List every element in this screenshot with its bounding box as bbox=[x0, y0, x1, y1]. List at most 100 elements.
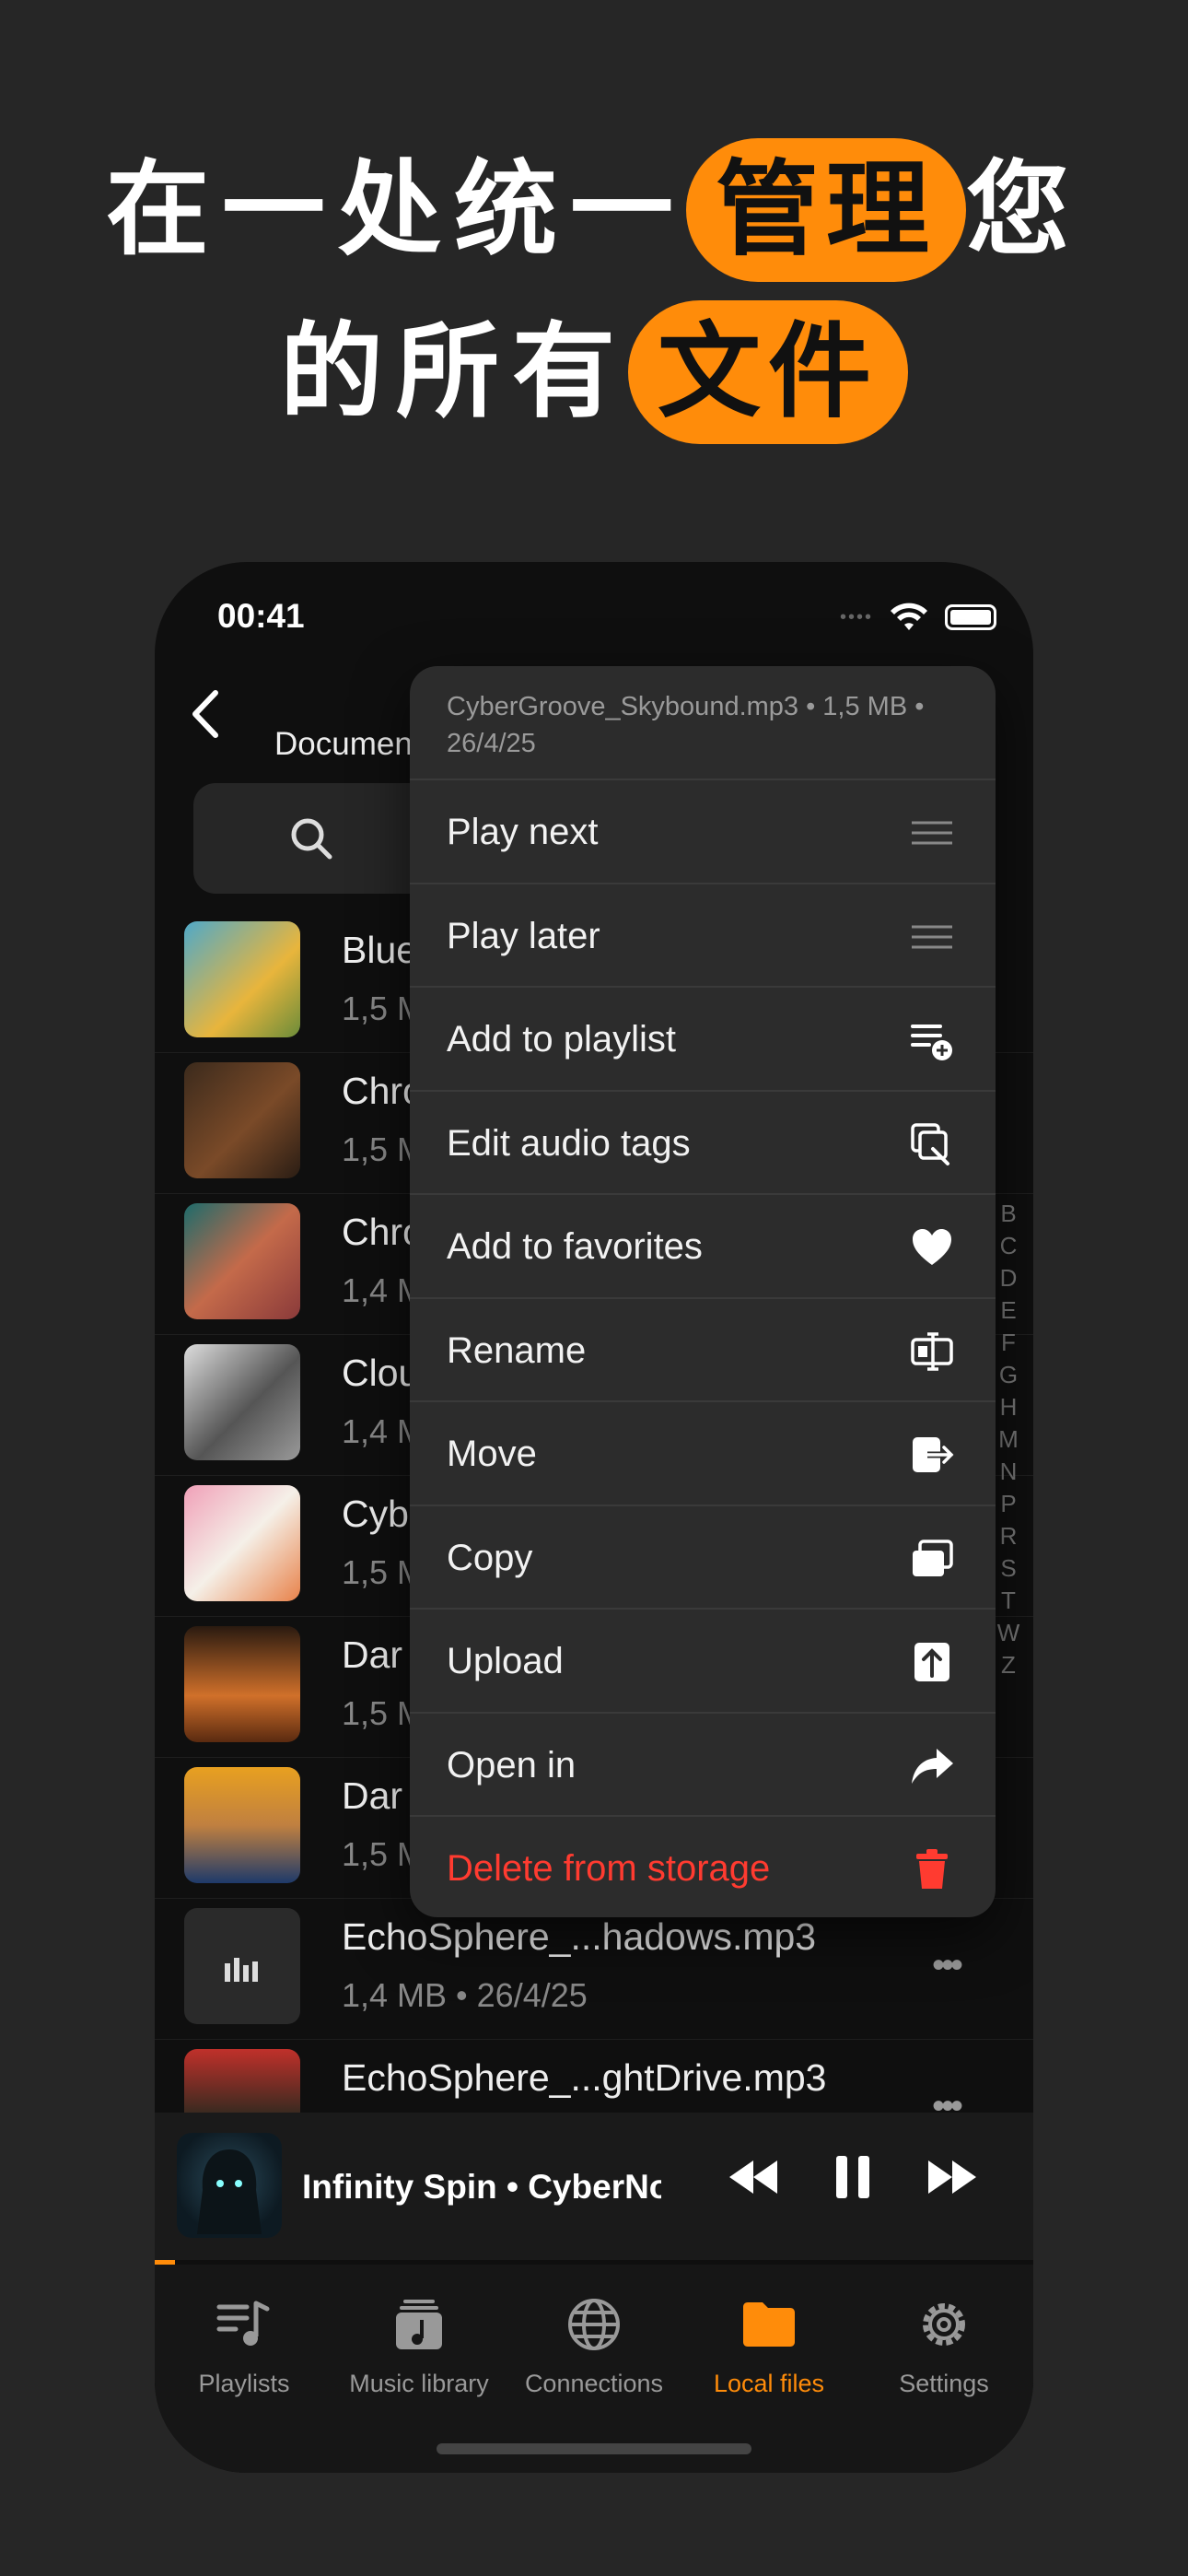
tab-label: Local files bbox=[713, 2370, 825, 2397]
more-icon[interactable]: ••• bbox=[932, 1945, 963, 1986]
edit-tags-icon bbox=[911, 1122, 949, 1165]
menu-item-add-to-playlist[interactable]: Add to playlist bbox=[410, 988, 996, 1092]
headline-highlight: 文件 bbox=[628, 300, 908, 444]
headline-line-1: 在一处统一 管理您 bbox=[0, 129, 1188, 291]
headline-line-2: 的所有 文件 bbox=[0, 291, 1188, 453]
tab-settings[interactable]: Settings bbox=[856, 2292, 1031, 2398]
menu-item-label: Delete from storage bbox=[447, 1848, 771, 1889]
index-letter[interactable]: C bbox=[995, 1230, 1022, 1262]
album-art bbox=[184, 1767, 300, 1883]
rewind-icon[interactable] bbox=[728, 2157, 779, 2197]
album-art bbox=[184, 1203, 300, 1319]
phone-screen: 00:41 •••• Documen Blue 1,5 M Chro 1,5 M… bbox=[155, 562, 1033, 2473]
index-letter[interactable]: B bbox=[995, 1198, 1022, 1230]
gear-icon bbox=[923, 2303, 965, 2346]
back-chevron-icon[interactable] bbox=[175, 682, 239, 746]
file-name: Blue bbox=[342, 929, 418, 971]
headline-text: 的所有 bbox=[280, 312, 628, 432]
move-icon bbox=[913, 1437, 955, 1472]
index-letter[interactable]: D bbox=[995, 1262, 1022, 1294]
index-letter[interactable]: R bbox=[995, 1520, 1022, 1552]
mini-player[interactable]: Infinity Spin • CyberNo bbox=[155, 2113, 1033, 2260]
index-letter[interactable]: N bbox=[995, 1456, 1022, 1488]
status-icons: •••• bbox=[840, 603, 996, 632]
pause-icon[interactable] bbox=[833, 2154, 873, 2200]
list-item[interactable]: EchoSphere_...hadows.mp3 1,4 MB • 26/4/2… bbox=[155, 1899, 1033, 2040]
copy-icon bbox=[913, 1539, 953, 1576]
audio-bars-icon bbox=[225, 1958, 258, 1982]
file-name: Dar bbox=[342, 1633, 403, 1676]
menu-file-info: CyberGroove_Skybound.mp3 • 1,5 MB • 26/4… bbox=[410, 666, 996, 780]
menu-item-add-to-favorites[interactable]: Add to favorites bbox=[410, 1195, 996, 1299]
menu-item-play-later[interactable]: Play later bbox=[410, 884, 996, 988]
index-letter[interactable]: G bbox=[995, 1359, 1022, 1391]
menu-item-label: Upload bbox=[447, 1641, 564, 1681]
music-library-icon bbox=[396, 2300, 442, 2349]
index-letter[interactable]: E bbox=[995, 1294, 1022, 1327]
tab-local-files[interactable]: Local files bbox=[681, 2292, 856, 2398]
menu-item-rename[interactable]: Rename bbox=[410, 1299, 996, 1402]
index-letter[interactable]: T bbox=[995, 1585, 1022, 1617]
menu-item-label: Rename bbox=[447, 1329, 587, 1371]
menu-item-label: Move bbox=[447, 1434, 537, 1474]
folder-icon bbox=[743, 2302, 795, 2347]
now-playing-text: Infinity Spin • CyberNo bbox=[302, 2168, 661, 2206]
lines-icon bbox=[912, 925, 952, 948]
rename-icon bbox=[911, 1331, 953, 1371]
menu-item-label: Edit audio tags bbox=[447, 1122, 691, 1164]
tab-playlists[interactable]: Playlists bbox=[157, 2292, 332, 2398]
headline-text: 您 bbox=[966, 150, 1082, 270]
album-art bbox=[184, 1626, 300, 1742]
search-icon bbox=[291, 818, 332, 860]
file-name: Clou bbox=[342, 1352, 420, 1394]
fast-forward-icon[interactable] bbox=[926, 2157, 978, 2197]
upload-icon bbox=[914, 1643, 949, 1681]
tab-label: Playlists bbox=[198, 2370, 290, 2397]
album-art bbox=[184, 1062, 300, 1178]
menu-item-label: Play next bbox=[447, 812, 599, 852]
menu-item-label: Add to playlist bbox=[447, 1019, 677, 1060]
album-art bbox=[184, 921, 300, 1037]
menu-item-label: Open in bbox=[447, 1744, 577, 1786]
menu-item-label: Add to favorites bbox=[447, 1226, 703, 1267]
file-meta: 1,4 MB • 26/4/25 bbox=[342, 1976, 588, 2014]
playlist-add-icon bbox=[911, 1025, 952, 1060]
index-letter[interactable]: P bbox=[995, 1488, 1022, 1520]
album-art bbox=[184, 1485, 300, 1601]
share-arrow-icon bbox=[912, 1748, 953, 1784]
context-menu: CyberGroove_Skybound.mp3 • 1,5 MB • 26/4… bbox=[410, 666, 996, 1917]
menu-item-edit-audio-tags[interactable]: Edit audio tags bbox=[410, 1092, 996, 1195]
album-art-placeholder bbox=[184, 1908, 300, 2024]
headline: 在一处统一 管理您 的所有 文件 bbox=[0, 129, 1188, 453]
page-title: Documen bbox=[274, 726, 413, 762]
file-name: EchoSphere_...ghtDrive.mp3 bbox=[342, 2056, 827, 2099]
alphabet-index[interactable]: BCDEFGHMNPRSTWZ bbox=[995, 1198, 1022, 1681]
tab-connections[interactable]: Connections bbox=[507, 2292, 681, 2398]
tab-bar: Playlists Music library Connections Loca… bbox=[155, 2265, 1033, 2473]
menu-item-move[interactable]: Move bbox=[410, 1402, 996, 1506]
menu-item-play-next[interactable]: Play next bbox=[410, 780, 996, 884]
status-time: 00:41 bbox=[217, 597, 305, 635]
index-letter[interactable]: W bbox=[995, 1617, 1022, 1649]
tab-music-library[interactable]: Music library bbox=[332, 2292, 507, 2398]
wifi-icon bbox=[891, 603, 927, 630]
file-name: EchoSphere_...hadows.mp3 bbox=[342, 1915, 817, 1958]
tab-label: Connections bbox=[524, 2370, 664, 2397]
menu-item-delete-from-storage[interactable]: Delete from storage bbox=[410, 1817, 996, 1917]
headline-highlight: 管理 bbox=[686, 138, 966, 282]
lines-icon bbox=[912, 821, 952, 845]
index-letter[interactable]: S bbox=[995, 1552, 1022, 1585]
index-letter[interactable]: Z bbox=[995, 1649, 1022, 1681]
index-letter[interactable]: H bbox=[995, 1391, 1022, 1423]
heart-icon bbox=[913, 1229, 951, 1265]
index-letter[interactable]: M bbox=[995, 1423, 1022, 1456]
trash-icon bbox=[916, 1849, 948, 1889]
menu-item-copy[interactable]: Copy bbox=[410, 1506, 996, 1610]
menu-item-label: Copy bbox=[447, 1537, 533, 1578]
album-art bbox=[184, 1344, 300, 1460]
player-controls bbox=[728, 2154, 978, 2200]
index-letter[interactable]: F bbox=[995, 1327, 1022, 1359]
file-name: Cyb bbox=[342, 1493, 409, 1535]
menu-item-upload[interactable]: Upload bbox=[410, 1610, 996, 1714]
menu-item-open-in[interactable]: Open in bbox=[410, 1714, 996, 1817]
